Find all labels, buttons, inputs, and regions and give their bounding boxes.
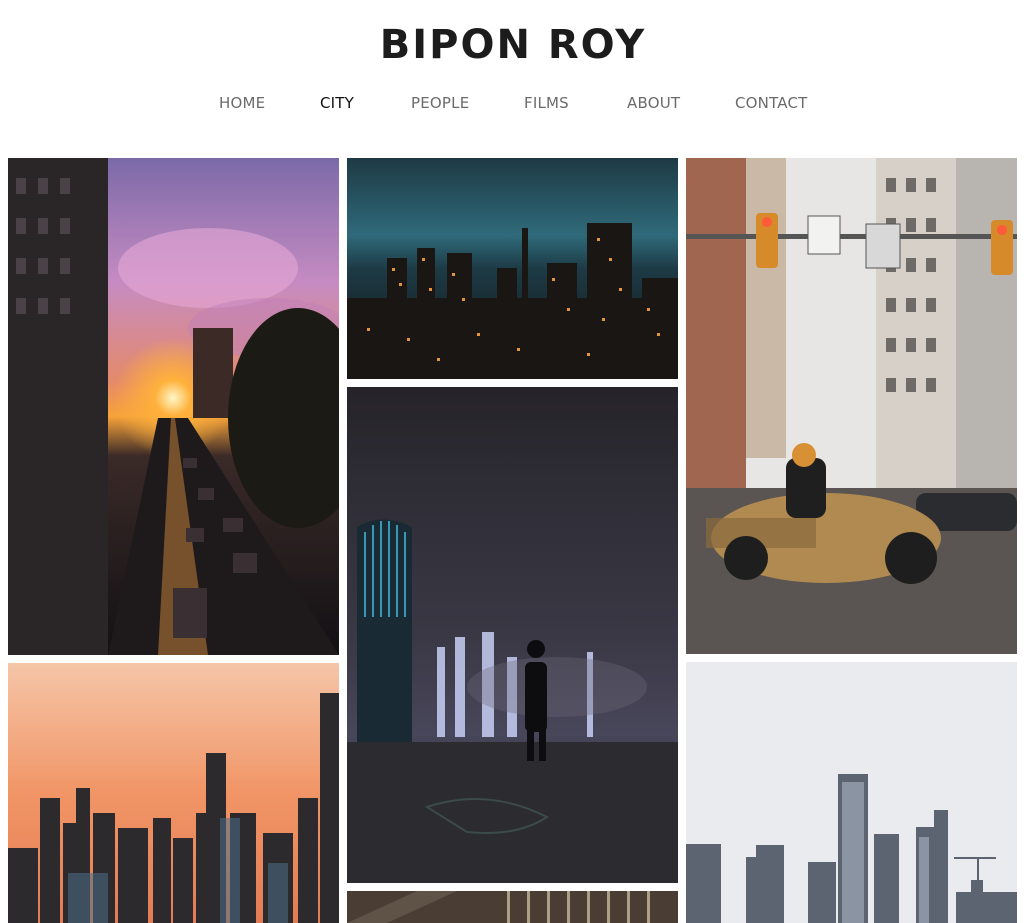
photo-motorcycle-street[interactable] — [686, 158, 1017, 654]
nav-films[interactable]: FILMS — [524, 92, 569, 114]
photo-rooftop[interactable] — [347, 891, 678, 923]
nav-people[interactable]: PEOPLE — [411, 92, 469, 114]
site-title[interactable]: BIPON ROY — [0, 20, 1026, 70]
photo-overcast-skyline[interactable] — [686, 662, 1017, 923]
photo-sunset-street[interactable] — [8, 158, 339, 655]
photo-sunset-skyline[interactable] — [8, 663, 339, 923]
nav-home[interactable]: HOME — [219, 92, 265, 114]
photo-night-man-city[interactable] — [347, 387, 678, 883]
nav-about[interactable]: ABOUT — [627, 92, 680, 114]
main-nav: HOME CITY PEOPLE FILMS ABOUT CONTACT — [0, 92, 1026, 116]
nav-contact[interactable]: CONTACT — [735, 92, 808, 114]
photo-night-skyline[interactable] — [347, 158, 678, 379]
nav-city[interactable]: CITY — [320, 92, 354, 114]
